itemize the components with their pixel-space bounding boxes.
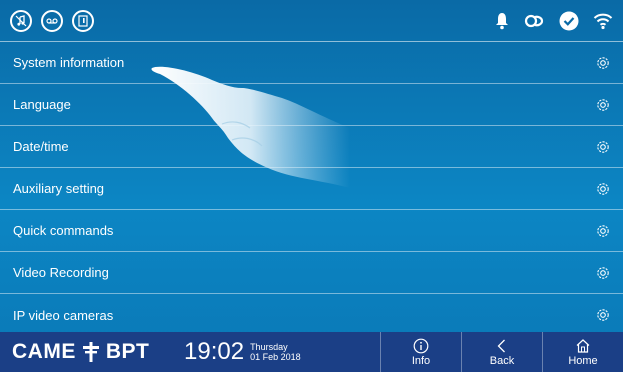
- settings-gear-icon: [597, 98, 609, 111]
- menu-item-label: Quick commands: [13, 223, 114, 238]
- brand-suffix: BPT: [105, 340, 150, 363]
- home-button[interactable]: Home: [542, 332, 623, 372]
- clock-date: Thursday 01 Feb 2018: [250, 342, 301, 362]
- link-icon: [524, 14, 544, 27]
- settings-gear-icon: [597, 140, 609, 153]
- menu-item-auxiliary-setting[interactable]: Auxiliary setting: [0, 168, 623, 210]
- voicemail-icon[interactable]: [41, 9, 63, 32]
- status-bar-left: [0, 9, 94, 32]
- music-mute-icon[interactable]: [10, 9, 32, 32]
- door-status-icon[interactable]: [72, 9, 94, 32]
- settings-gear-icon: [597, 56, 609, 69]
- home-icon: [576, 338, 590, 353]
- menu-item-date-time[interactable]: Date/time: [0, 126, 623, 168]
- bottom-bar: CAME BPT 19:02 Thursday 01 Feb 2018 Info…: [0, 332, 623, 372]
- clock-full-date: 01 Feb 2018: [250, 352, 301, 362]
- menu-item-system-information[interactable]: System information: [0, 42, 623, 84]
- clock-time: 19:02: [184, 338, 245, 365]
- wifi-icon: [593, 13, 613, 29]
- settings-gear-icon: [597, 309, 609, 321]
- settings-screen: System information Language Date/time Au…: [0, 0, 623, 372]
- chevron-left-icon: [497, 339, 505, 352]
- menu-item-ip-video-cameras[interactable]: IP video cameras: [0, 294, 623, 336]
- menu-item-label: Auxiliary setting: [13, 181, 105, 196]
- clock: 19:02 Thursday 01 Feb 2018: [184, 338, 301, 366]
- status-bar: [0, 0, 623, 42]
- brand-cross-icon: [82, 342, 99, 362]
- nav-buttons: Info Back Home: [380, 332, 623, 372]
- settings-menu: System information Language Date/time Au…: [0, 42, 623, 336]
- menu-item-label: Video Recording: [13, 265, 109, 280]
- menu-item-label: System information: [13, 55, 125, 70]
- menu-item-video-recording[interactable]: Video Recording: [0, 252, 623, 294]
- check-icon: [559, 11, 579, 30]
- clock-day: Thursday: [250, 342, 288, 352]
- settings-gear-icon: [597, 224, 609, 237]
- brand-name: CAME: [12, 340, 76, 363]
- menu-item-language[interactable]: Language: [0, 84, 623, 126]
- info-button[interactable]: Info: [380, 332, 461, 372]
- info-button-label: Info: [411, 354, 431, 367]
- back-button[interactable]: Back: [461, 332, 542, 372]
- brand-logo: CAME BPT: [0, 340, 162, 364]
- info-icon: [413, 338, 429, 353]
- bell-icon: [496, 12, 508, 29]
- menu-item-label: IP video cameras: [13, 307, 114, 323]
- settings-gear-icon: [597, 266, 609, 279]
- menu-item-label: Date/time: [13, 139, 69, 154]
- settings-gear-icon: [597, 182, 609, 195]
- back-button-label: Back: [489, 354, 515, 367]
- status-bar-right: [495, 11, 623, 31]
- menu-item-label: Language: [13, 97, 71, 112]
- home-button-label: Home: [568, 354, 598, 367]
- menu-item-quick-commands[interactable]: Quick commands: [0, 210, 623, 252]
